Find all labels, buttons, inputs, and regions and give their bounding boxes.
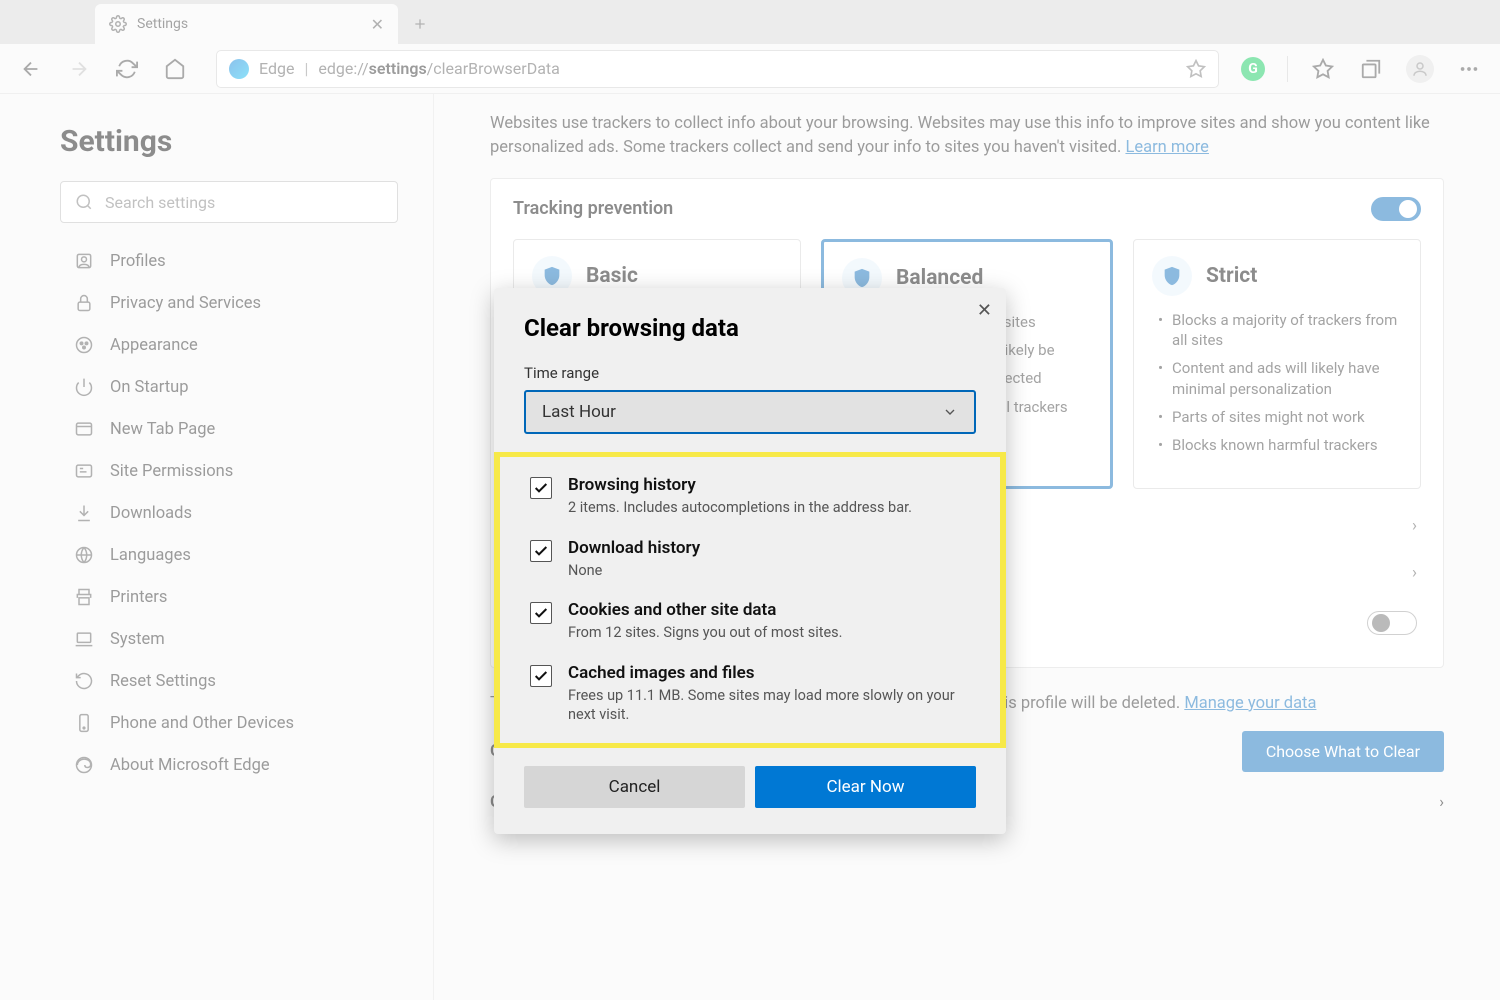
dialog-close-button[interactable]: ✕	[977, 300, 992, 321]
clear-item-row[interactable]: Browsing history 2 items. Includes autoco…	[530, 465, 970, 528]
clear-item-row[interactable]: Cached images and files Frees up 11.1 MB.…	[530, 653, 970, 735]
modal-overlay: ✕ Clear browsing data Time range Last Ho…	[0, 0, 1500, 1000]
checkbox[interactable]	[530, 540, 552, 562]
clear-item-row[interactable]: Cookies and other site data From 12 sites…	[530, 590, 970, 653]
time-range-select[interactable]: Last Hour	[524, 390, 976, 434]
clear-item-title: Cached images and files	[568, 663, 970, 683]
clear-items-list: Browsing history 2 items. Includes autoco…	[494, 452, 1006, 748]
cancel-button[interactable]: Cancel	[524, 766, 745, 808]
clear-item-subtitle: 2 items. Includes autocompletions in the…	[568, 498, 912, 518]
checkbox[interactable]	[530, 665, 552, 687]
clear-item-subtitle: Frees up 11.1 MB. Some sites may load mo…	[568, 686, 970, 725]
checkbox[interactable]	[530, 477, 552, 499]
clear-item-title: Browsing history	[568, 475, 912, 495]
clear-item-title: Cookies and other site data	[568, 600, 842, 620]
dialog-title: Clear browsing data	[524, 314, 976, 342]
clear-item-subtitle: None	[568, 561, 700, 581]
clear-item-row[interactable]: Download history None	[530, 528, 970, 591]
chevron-down-icon	[942, 404, 958, 420]
clear-item-title: Download history	[568, 538, 700, 558]
clear-item-subtitle: From 12 sites. Signs you out of most sit…	[568, 623, 842, 643]
time-range-label: Time range	[524, 364, 976, 382]
clear-browsing-dialog: ✕ Clear browsing data Time range Last Ho…	[494, 288, 1006, 834]
clear-now-button[interactable]: Clear Now	[755, 766, 976, 808]
checkbox[interactable]	[530, 602, 552, 624]
